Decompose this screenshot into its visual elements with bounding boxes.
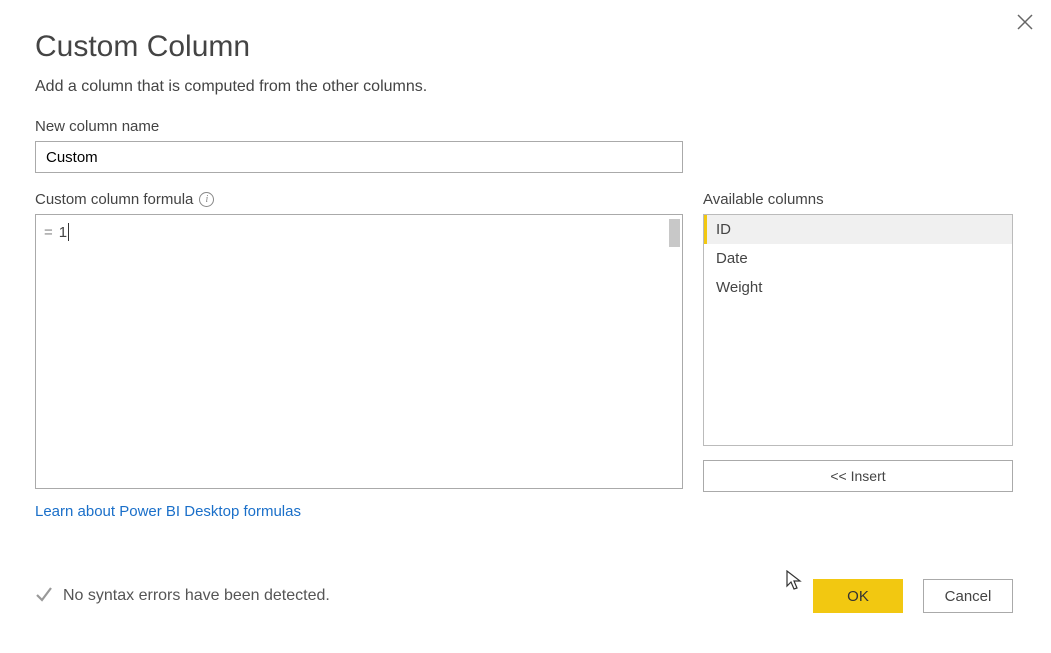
formula-equals: = xyxy=(44,224,53,241)
dialog-title: Custom Column xyxy=(35,30,1016,64)
dialog-subtitle: Add a column that is computed from the o… xyxy=(35,78,1016,96)
learn-formulas-link[interactable]: Learn about Power BI Desktop formulas xyxy=(35,503,301,520)
available-columns-list[interactable]: ID Date Weight xyxy=(703,214,1013,446)
formula-label: Custom column formula xyxy=(35,191,193,208)
available-column-item[interactable]: Date xyxy=(704,244,1012,273)
insert-button[interactable]: << Insert xyxy=(703,460,1013,492)
info-icon[interactable]: i xyxy=(199,192,214,207)
column-name-input[interactable] xyxy=(35,141,683,173)
cancel-button[interactable]: Cancel xyxy=(923,579,1013,613)
available-columns-label: Available columns xyxy=(703,191,1013,208)
ok-button[interactable]: OK xyxy=(813,579,903,613)
check-icon xyxy=(35,585,53,608)
scrollbar-thumb[interactable] xyxy=(669,219,680,247)
close-button[interactable] xyxy=(1017,14,1033,35)
text-caret xyxy=(68,223,69,241)
status-row: No syntax errors have been detected. xyxy=(35,585,330,608)
status-text: No syntax errors have been detected. xyxy=(63,587,330,605)
available-column-item[interactable]: Weight xyxy=(704,273,1012,302)
custom-column-dialog: Custom Column Add a column that is compu… xyxy=(0,0,1051,643)
close-icon xyxy=(1017,17,1033,34)
available-column-item[interactable]: ID xyxy=(704,215,1012,244)
name-label: New column name xyxy=(35,118,1016,135)
formula-editor[interactable]: = 1 xyxy=(35,214,683,489)
formula-text: 1 xyxy=(59,224,67,241)
